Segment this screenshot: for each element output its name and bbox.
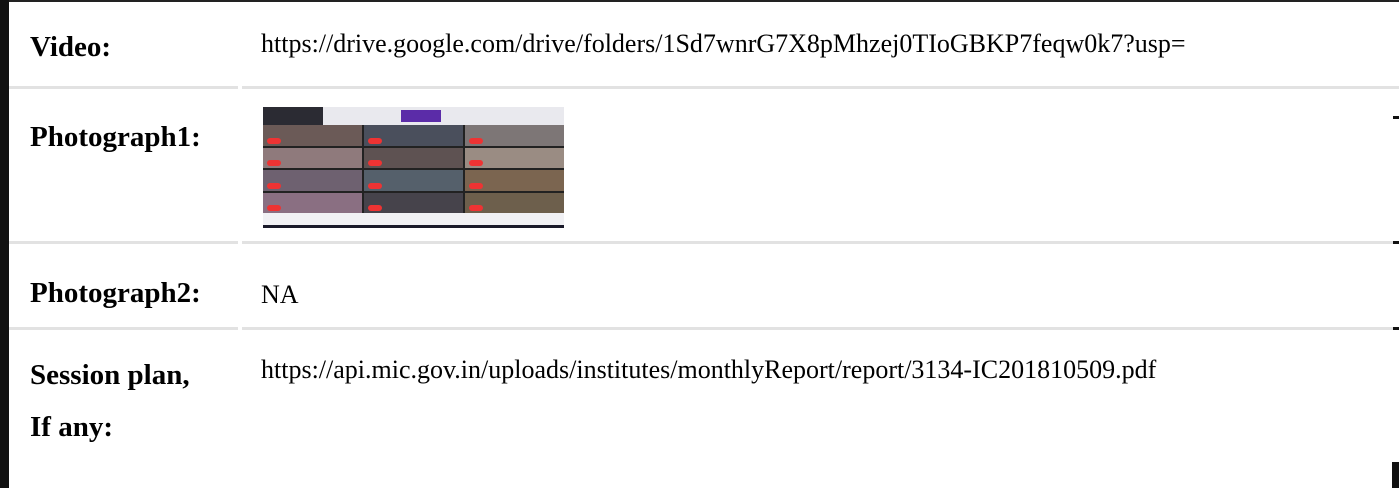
photograph2-row: Photograph2: NA: [9, 244, 1399, 327]
session-plan-link[interactable]: https://api.mic.gov.in/uploads/institute…: [261, 353, 1399, 387]
session-plan-label-line2: If any:: [30, 411, 113, 443]
video-row: Video: https://drive.google.com/drive/fo…: [9, 0, 1399, 86]
photograph1-label: Photograph1:: [30, 121, 201, 153]
left-border: [0, 0, 9, 488]
photograph2-label: Photograph2:: [30, 277, 201, 309]
photograph2-value: NA: [261, 280, 299, 309]
video-label: Video:: [30, 31, 112, 63]
video-link[interactable]: https://drive.google.com/drive/folders/1…: [261, 27, 1399, 61]
photograph1-image[interactable]: [263, 107, 564, 228]
photograph1-row: Photograph1:: [9, 89, 1399, 241]
session-plan-label-line1: Session plan,: [30, 359, 190, 391]
session-plan-row: Session plan, If any: https://api.mic.go…: [9, 330, 1399, 488]
